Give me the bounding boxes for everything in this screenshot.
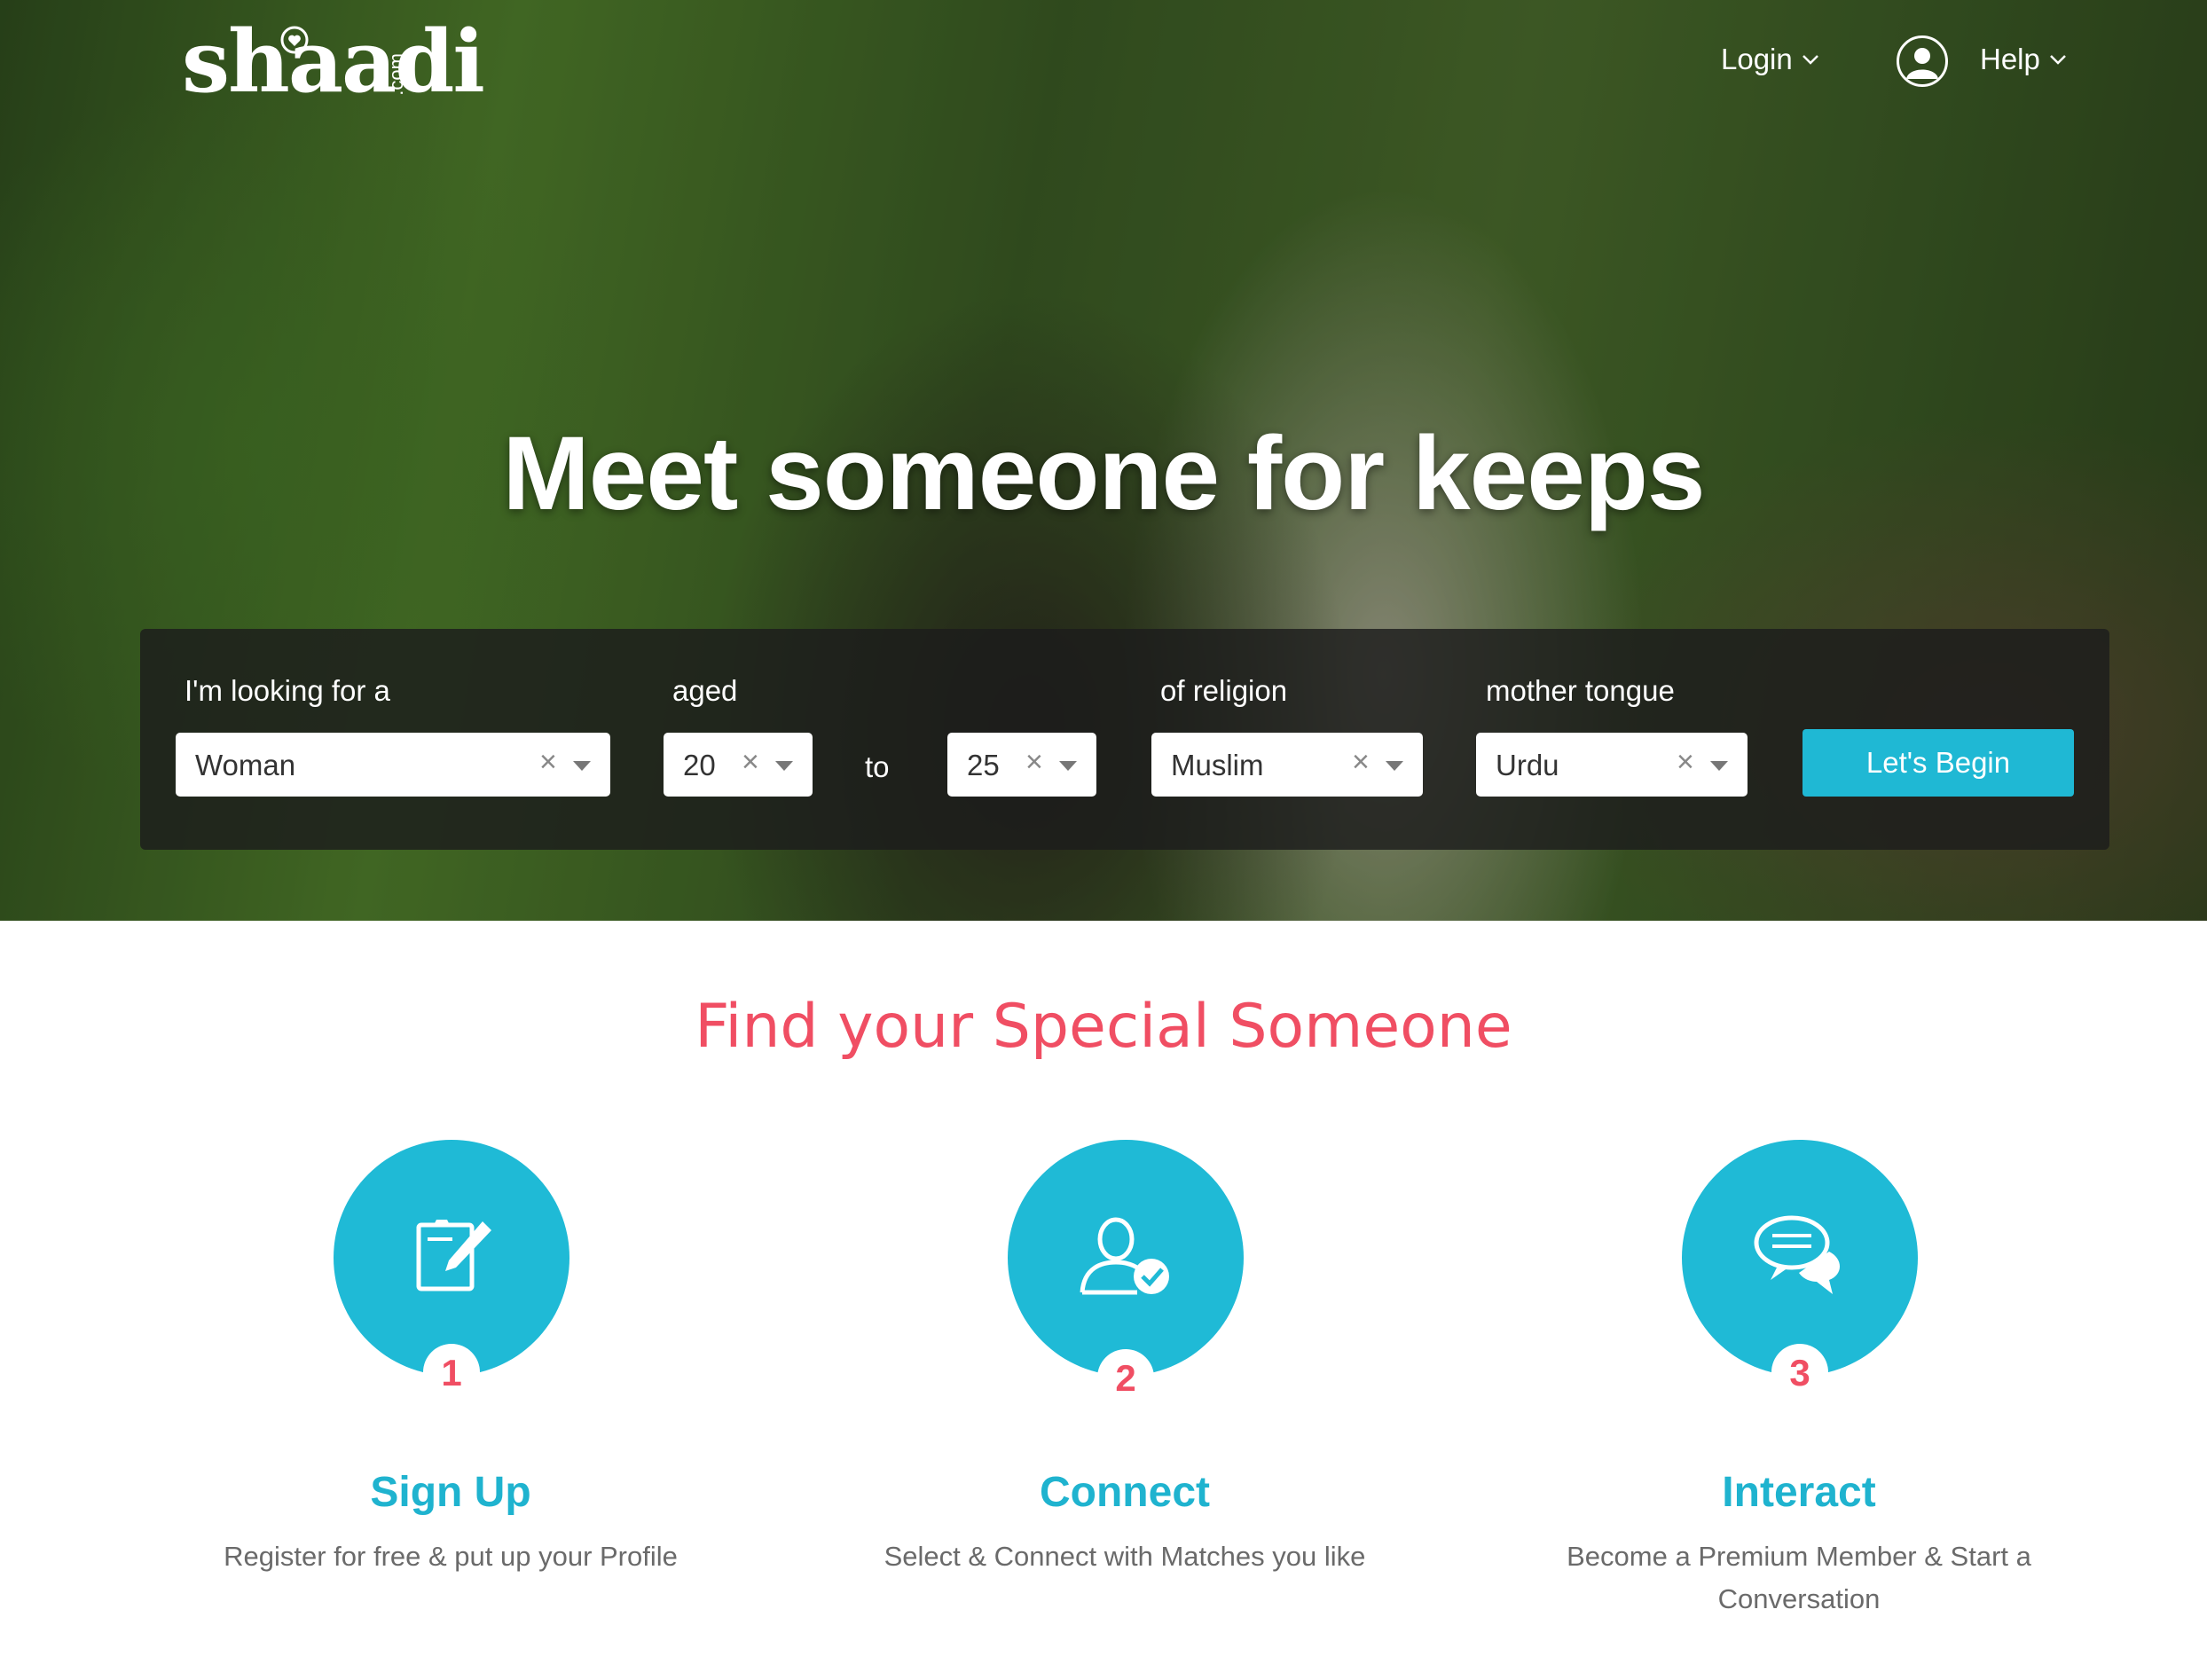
to-label: to xyxy=(865,750,890,783)
mother-tongue-label: mother tongue xyxy=(1486,674,1675,707)
step-1-description: Register for free & put up your Profile xyxy=(224,1541,678,1572)
age-from-select[interactable]: 20 × xyxy=(664,733,813,797)
age-from-value: 20 xyxy=(683,749,716,781)
religion-label: of religion xyxy=(1160,674,1288,707)
age-to-select[interactable]: 25 × xyxy=(947,733,1096,797)
clear-icon[interactable]: × xyxy=(1025,745,1043,780)
mother-tongue-select[interactable]: Urdu × xyxy=(1476,733,1748,797)
religion-select[interactable]: Muslim × xyxy=(1151,733,1423,797)
user-check-icon xyxy=(1080,1217,1169,1295)
login-label: Login xyxy=(1721,43,1793,75)
logo-heart-icon xyxy=(280,26,309,54)
section-title: Find your Special Someone xyxy=(695,992,1512,1062)
user-avatar-icon[interactable] xyxy=(1897,35,1948,87)
looking-for-select[interactable]: Woman × xyxy=(176,733,610,797)
caret-down-icon xyxy=(1710,761,1728,771)
clear-icon[interactable]: × xyxy=(742,745,759,780)
looking-for-value: Woman xyxy=(195,749,296,781)
help-menu[interactable]: Help xyxy=(1980,43,2067,76)
step-number-1: 1 xyxy=(423,1344,480,1401)
login-menu[interactable]: Login xyxy=(1721,43,1819,76)
religion-value: Muslim xyxy=(1171,749,1264,781)
caret-down-icon xyxy=(775,761,793,771)
logo-suffix: .com xyxy=(385,53,407,96)
step-3-title: Interact xyxy=(1722,1469,1876,1516)
aged-label: aged xyxy=(672,674,738,707)
caret-down-icon xyxy=(1386,761,1403,771)
step-3-circle: 3 xyxy=(1682,1140,1918,1401)
lets-begin-button[interactable]: Let's Begin xyxy=(1803,729,2074,797)
step-1-title: Sign Up xyxy=(370,1469,531,1516)
chat-bubbles-icon xyxy=(1754,1215,1840,1294)
clear-icon[interactable]: × xyxy=(539,745,557,780)
looking-for-label: I'm looking for a xyxy=(185,674,390,707)
step-number-2: 2 xyxy=(1097,1349,1154,1406)
mother-tongue-value: Urdu xyxy=(1496,749,1559,781)
help-label: Help xyxy=(1980,43,2040,75)
caret-down-icon xyxy=(573,761,591,771)
age-to-value: 25 xyxy=(967,749,1000,781)
chevron-down-icon xyxy=(2049,55,2066,65)
edit-form-icon xyxy=(416,1220,491,1291)
caret-down-icon xyxy=(1059,761,1077,771)
step-2-title: Connect xyxy=(1040,1469,1210,1516)
shaadi-logo[interactable]: shaadi xyxy=(182,20,485,105)
step-1-circle: 1 xyxy=(334,1140,569,1401)
hero-headline: Meet someone for keeps xyxy=(502,415,1705,532)
step-2-description: Select & Connect with Matches you like xyxy=(884,1541,1366,1572)
step-2-circle: 2 xyxy=(1008,1140,1244,1406)
chevron-down-icon xyxy=(1802,55,1818,65)
step-number-3: 3 xyxy=(1771,1344,1828,1401)
clear-icon[interactable]: × xyxy=(1677,745,1694,780)
clear-icon[interactable]: × xyxy=(1352,745,1370,780)
step-3-description: Become a Premium Member & Start a Conver… xyxy=(1567,1541,2031,1614)
